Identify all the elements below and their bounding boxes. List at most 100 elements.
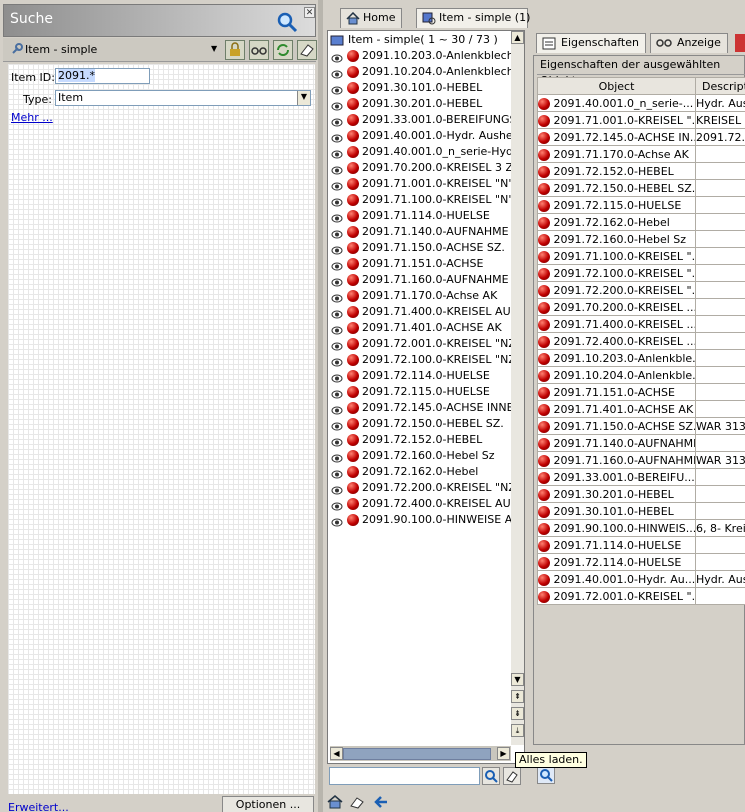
tab-properties[interactable]: Eigenschaften [536,33,646,53]
table-row[interactable]: 2091.90.100.0-HINWEIS...6, 8- Kreis [537,519,745,537]
eye-icon[interactable] [331,116,343,126]
eye-icon[interactable] [331,340,343,350]
pane-splitter[interactable] [318,0,323,812]
table-row[interactable]: 2091.10.203.0-Anlenkble... [537,349,745,367]
list-filter-input[interactable] [329,767,480,785]
tab-overflow[interactable] [735,34,745,52]
list-item[interactable]: 2091.72.100.0-KREISEL "NZ" [331,352,511,368]
eye-icon[interactable] [331,68,343,78]
list-item[interactable]: 2091.72.162.0-Hebel [331,464,511,480]
eye-icon[interactable] [331,52,343,62]
table-row[interactable]: 2091.72.160.0-Hebel Sz [537,230,745,248]
eye-icon[interactable] [331,276,343,286]
eye-icon[interactable] [331,164,343,174]
glasses-icon[interactable] [249,40,269,60]
table-row[interactable]: 2091.30.101.0-HEBEL [537,502,745,520]
vertical-scrollbar[interactable]: ▲ ▼ ⇞ ⇟ ⤓ [511,31,524,745]
item-id-input[interactable]: 2091.* [55,68,150,84]
list-item[interactable]: 2091.71.001.0-KREISEL "N" ZU [331,176,511,192]
list-item[interactable]: 2091.72.114.0-HUELSE [331,368,511,384]
search-icon[interactable] [276,11,298,36]
table-row[interactable]: 2091.72.200.0-KREISEL "... [537,281,745,299]
column-header-description[interactable]: Descripti [695,77,745,95]
eye-icon[interactable] [331,388,343,398]
list-item[interactable]: 2091.71.150.0-ACHSE SZ. [331,240,511,256]
eye-icon[interactable] [331,324,343,334]
list-item[interactable]: 2091.70.200.0-KREISEL 3 ZUS [331,160,511,176]
home-icon[interactable] [327,795,343,812]
list-item[interactable]: 2091.71.160.0-AUFNAHME [331,272,511,288]
column-header-object[interactable]: Object [537,77,696,95]
list-item[interactable]: 2091.71.151.0-ACHSE [331,256,511,272]
table-row[interactable]: 2091.33.001.0-BEREIFU... [537,468,745,486]
table-row[interactable]: 2091.10.204.0-Anlenkble... [537,366,745,384]
table-row[interactable]: 2091.71.151.0-ACHSE [537,383,745,401]
list-item[interactable]: 2091.10.203.0-Anlenkblech I [331,48,511,64]
eye-icon[interactable] [331,244,343,254]
list-item[interactable]: 2091.33.001.0-BEREIFUNGSSY [331,112,511,128]
close-icon[interactable]: ✕ [304,7,315,18]
eye-icon[interactable] [331,404,343,414]
scroll-page-down-icon[interactable]: ⇟ [511,707,524,720]
list-item[interactable]: 2091.71.401.0-ACHSE AK [331,320,511,336]
lock-icon[interactable] [225,40,245,60]
refresh-icon[interactable] [273,40,293,60]
table-row[interactable]: 2091.72.145.0-ACHSE IN...2091.72.1 [537,128,745,146]
list-item[interactable]: 2091.72.115.0-HUELSE [331,384,511,400]
tab-home[interactable]: Home [340,8,403,28]
eye-icon[interactable] [331,452,343,462]
table-row[interactable]: 2091.71.100.0-KREISEL "... [537,247,745,265]
tab-view[interactable]: Anzeige [650,33,728,53]
eye-icon[interactable] [331,100,343,110]
table-row[interactable]: 2091.40.001.0_n_serie-... Hydr. Aus [537,94,745,112]
table-row[interactable]: 2091.30.201.0-HEBEL [537,485,745,503]
scroll-down-icon[interactable]: ▼ [511,673,524,686]
back-arrow-icon[interactable] [373,795,389,812]
eye-icon[interactable] [331,292,343,302]
advanced-link[interactable]: Erweitert... [8,801,69,812]
list-item[interactable]: 2091.72.001.0-KREISEL "NZ" [331,336,511,352]
horizontal-scroll-thumb[interactable] [343,748,491,760]
more-link[interactable]: Mehr ... [11,111,53,124]
list-item[interactable]: 2091.40.001.0_n_serie-Hydr. [331,144,511,160]
eye-icon[interactable] [331,436,343,446]
table-row[interactable]: 2091.72.400.0-KREISEL ... [537,332,745,350]
scroll-end-icon[interactable]: ⤓ [511,724,524,737]
eye-icon[interactable] [331,516,343,526]
list-item[interactable]: 2091.71.114.0-HUELSE [331,208,511,224]
scroll-left-icon[interactable]: ◀ [330,747,343,760]
list-item[interactable]: 2091.72.150.0-HEBEL SZ. [331,416,511,432]
eraser-icon[interactable] [297,40,317,60]
eye-icon[interactable] [331,212,343,222]
table-row[interactable]: 2091.70.200.0-KREISEL ... [537,298,745,316]
eye-icon[interactable] [331,132,343,142]
eye-icon[interactable] [331,84,343,94]
options-button[interactable]: Optionen ... [222,796,314,812]
load-all-icon[interactable] [537,766,555,784]
table-row[interactable]: 2091.71.114.0-HUELSE [537,536,745,554]
double-chevron-down-icon[interactable]: ▼ [297,91,310,105]
list-item[interactable]: 2091.71.140.0-AUFNAHME [331,224,511,240]
eye-icon[interactable] [331,372,343,382]
table-row[interactable]: 2091.40.001.0-Hydr. Au... Hydr. Aus [537,570,745,588]
eye-icon[interactable] [331,260,343,270]
table-row[interactable]: 2091.71.150.0-ACHSE SZ.WAR 3138 [537,417,745,435]
list-item[interactable]: 2091.72.400.0-KREISEL AUS. [331,496,511,512]
eye-icon[interactable] [331,420,343,430]
eye-icon[interactable] [331,196,343,206]
search-icon[interactable] [482,767,500,785]
eraser-icon[interactable] [503,767,521,785]
table-row[interactable]: 2091.71.140.0-AUFNAHME [537,434,745,452]
list-item[interactable]: 2091.72.200.0-KREISEL "NZ" [331,480,511,496]
tab-results[interactable]: Item - simple (1) [416,8,530,28]
list-item[interactable]: 2091.72.152.0-HEBEL [331,432,511,448]
table-row[interactable]: 2091.72.001.0-KREISEL "... [537,587,745,605]
eye-icon[interactable] [331,484,343,494]
list-item[interactable]: 2091.71.100.0-KREISEL "N" SV [331,192,511,208]
eraser-icon[interactable] [349,795,365,812]
table-row[interactable]: 2091.72.162.0-Hebel [537,213,745,231]
table-row[interactable]: 2091.72.115.0-HUELSE [537,196,745,214]
chevron-down-icon[interactable]: ▼ [211,44,217,53]
eye-icon[interactable] [331,308,343,318]
type-select[interactable]: Item ▼ [55,90,311,106]
